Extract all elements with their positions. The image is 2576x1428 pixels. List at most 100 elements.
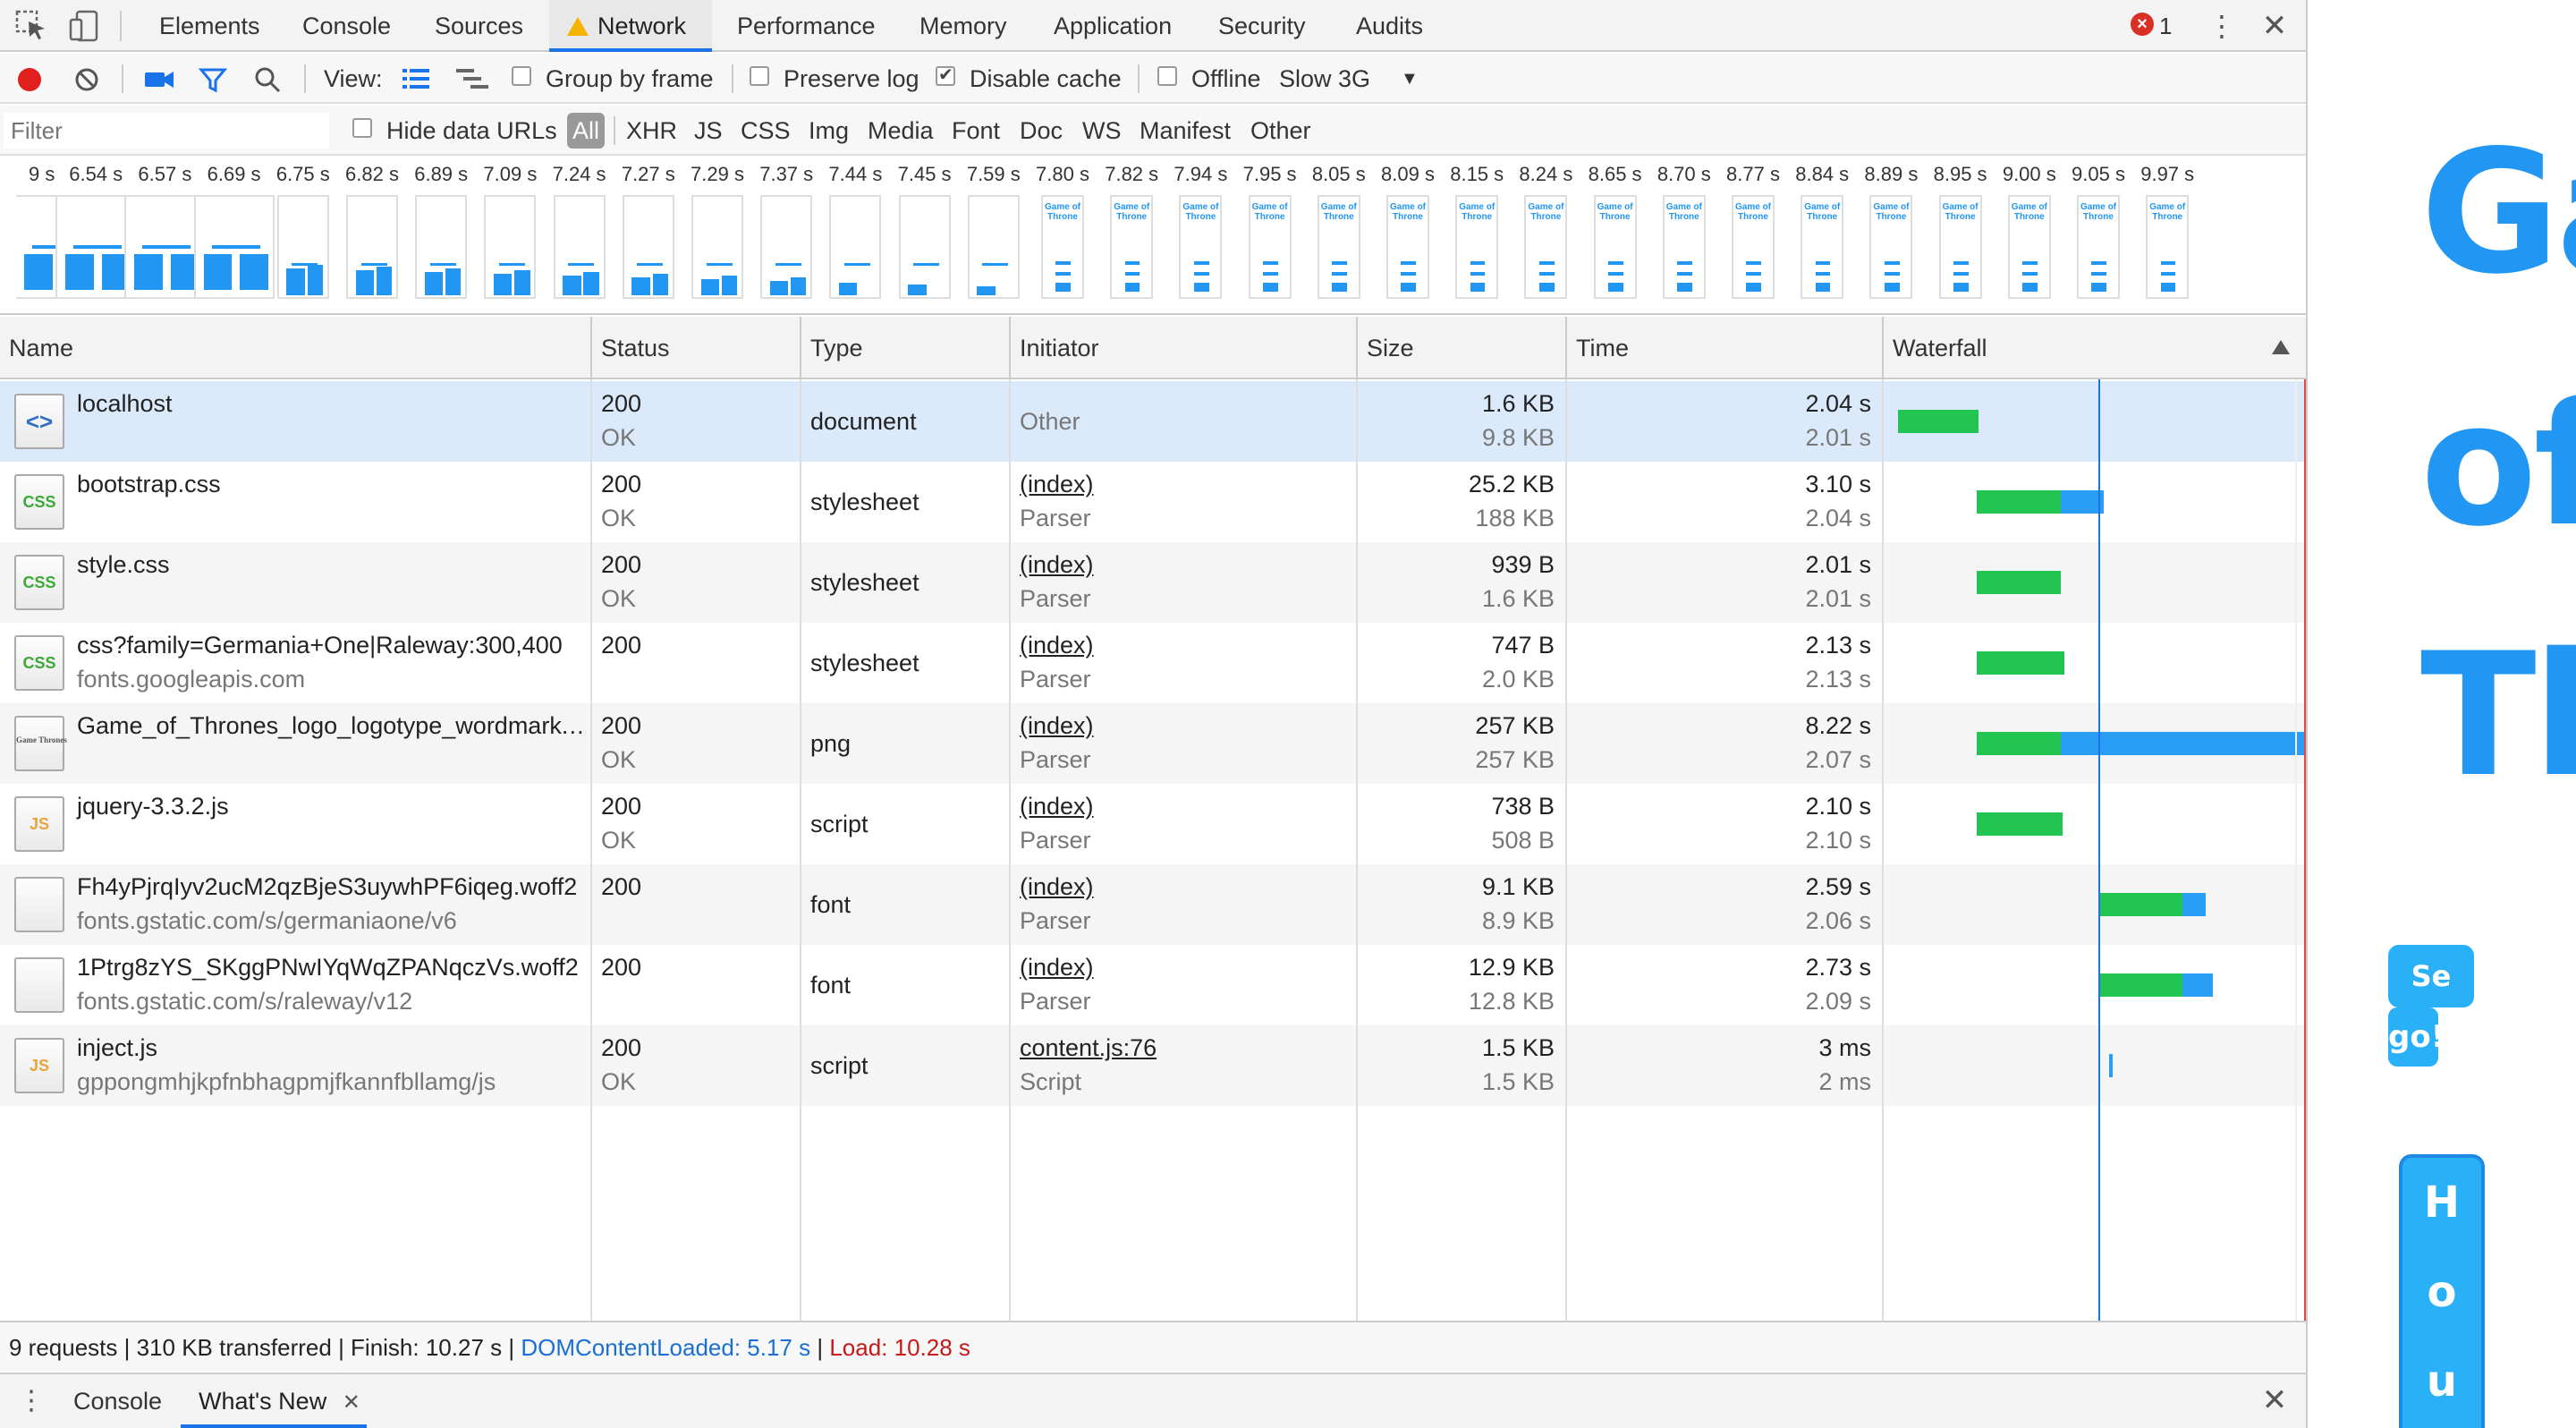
group-by-frame-checkbox[interactable] [512, 66, 531, 86]
column-header-waterfall[interactable]: Waterfall [1884, 317, 2306, 379]
disable-cache-checkbox[interactable] [936, 64, 955, 86]
record-icon[interactable] [16, 66, 43, 93]
offline-checkbox[interactable] [1157, 66, 1177, 86]
filmstrip-frame[interactable]: 7.82 s Game of Throne [1096, 157, 1167, 315]
error-count[interactable]: 1 [2159, 0, 2172, 52]
table-row[interactable]: CSS bootstrap.css 200 OK stylesheet (index) Pa… [0, 462, 2306, 542]
initiator-link[interactable]: content.js:76 [1020, 1034, 1157, 1062]
request-name[interactable]: jquery-3.3.2.js [77, 793, 229, 820]
tab-security[interactable]: Security [1200, 0, 1324, 52]
filmstrip-frame[interactable]: 9 s [0, 157, 89, 315]
column-header-name[interactable]: Name [0, 317, 592, 379]
table-row[interactable]: JS jquery-3.3.2.js 200 OK script (index) Parse… [0, 784, 2306, 864]
tab-network[interactable]: Network [549, 0, 712, 52]
filter-type-css[interactable]: CSS [741, 106, 791, 156]
filmstrip-frame[interactable]: 7.45 s [889, 157, 961, 315]
preserve-log-checkbox[interactable] [750, 66, 769, 86]
filmstrip-frame[interactable]: 8.95 s Game of Throne [1925, 157, 1996, 315]
filter-type-manifest[interactable]: Manifest [1140, 106, 1231, 156]
filter-input[interactable] [4, 113, 329, 149]
offline-label[interactable]: Offline [1191, 54, 1261, 104]
hide-data-urls-checkbox[interactable] [352, 118, 372, 138]
column-header-time[interactable]: Time [1567, 317, 1884, 379]
error-icon[interactable]: × [2131, 13, 2154, 36]
filter-type-js[interactable]: JS [694, 106, 723, 156]
overview-icon[interactable] [454, 66, 490, 91]
column-header-status[interactable]: Status [592, 317, 801, 379]
filmstrip-frame[interactable]: 6.57 s [124, 157, 206, 315]
filmstrip-frame[interactable]: 6.82 s [336, 157, 408, 315]
table-row[interactable]: CSS style.css 200 OK stylesheet (index) Parser… [0, 542, 2306, 623]
filmstrip-frame[interactable]: 9.05 s Game of Throne [2063, 157, 2134, 315]
initiator-link[interactable]: (index) [1020, 873, 1094, 901]
filmstrip-frame[interactable]: 7.80 s Game of Throne [1027, 157, 1098, 315]
initiator-link[interactable]: (index) [1020, 712, 1094, 740]
filmstrip-frame[interactable]: 7.29 s [682, 157, 753, 315]
filmstrip-frame[interactable]: 8.70 s Game of Throne [1648, 157, 1720, 315]
filmstrip-frame[interactable]: 9.97 s Game of Throne [2131, 157, 2203, 315]
group-by-frame-label[interactable]: Group by frame [546, 54, 714, 104]
initiator-link[interactable]: (index) [1020, 551, 1094, 579]
tab-elements[interactable]: Elements [141, 0, 278, 52]
disable-cache-label[interactable]: Disable cache [970, 54, 1122, 104]
house-card[interactable]: H o u [2399, 1154, 2485, 1428]
filmstrip-frame[interactable]: 7.37 s [750, 157, 822, 315]
table-row[interactable]: CSS css?family=Germania+One|Raleway:300,4… [0, 623, 2306, 703]
filmstrip-frame[interactable]: 8.84 s Game of Throne [1786, 157, 1858, 315]
filmstrip-frame[interactable]: 6.89 s [405, 157, 477, 315]
filter-type-img[interactable]: Img [809, 106, 849, 156]
request-name[interactable]: Fh4yPjrqIyv2ucM2qzBjeS3uywhPF6iqeg.woff2 [77, 873, 577, 901]
filmstrip-frame[interactable]: 8.05 s Game of Throne [1303, 157, 1375, 315]
filmstrip-frame[interactable]: 8.77 s Game of Throne [1717, 157, 1789, 315]
initiator-link[interactable]: (index) [1020, 632, 1094, 659]
request-name[interactable]: localhost [77, 390, 173, 418]
filmstrip-frame[interactable]: 8.09 s Game of Throne [1372, 157, 1444, 315]
more-options-icon[interactable]: ⋮ [2207, 9, 2236, 43]
request-name[interactable]: 1Ptrg8zYS_SKggPNwIYqWqZPANqczVs.woff2 [77, 954, 579, 982]
filmstrip-frame[interactable]: 7.44 s [819, 157, 891, 315]
filmstrip-frame[interactable]: 8.65 s Game of Throne [1580, 157, 1651, 315]
request-name[interactable]: css?family=Germania+One|Raleway:300,400 [77, 632, 563, 659]
table-row[interactable]: JS inject.js gppongmhjkpfnbhagpmjfkannfbll… [0, 1025, 2306, 1106]
filter-type-all[interactable]: All [567, 113, 606, 149]
close-devtools-icon[interactable]: ✕ [2258, 9, 2292, 43]
request-name[interactable]: inject.js [77, 1034, 157, 1062]
initiator-link[interactable]: (index) [1020, 793, 1094, 820]
column-header-type[interactable]: Type [801, 317, 1011, 379]
tab-sources[interactable]: Sources [417, 0, 541, 52]
filmstrip-frame[interactable]: 7.59 s [958, 157, 1030, 315]
request-name[interactable]: style.css [77, 551, 170, 579]
filmstrip-frame[interactable]: 8.89 s Game of Throne [1855, 157, 1927, 315]
tab-audits[interactable]: Audits [1338, 0, 1441, 52]
filmstrip-frame[interactable]: 7.94 s Game of Throne [1165, 157, 1236, 315]
inspect-element-icon[interactable] [14, 9, 48, 43]
close-tab-icon[interactable]: ✕ [343, 1390, 360, 1415]
filter-type-ws[interactable]: WS [1082, 106, 1122, 156]
filmstrip-frame[interactable]: 7.24 s [544, 157, 615, 315]
filmstrip-frame[interactable]: 6.69 s [193, 157, 275, 315]
tab-memory[interactable]: Memory [902, 0, 1025, 52]
request-name[interactable]: bootstrap.css [77, 471, 221, 498]
initiator-link[interactable]: (index) [1020, 954, 1094, 982]
table-row[interactable]: Game Thrones Game_of_Thrones_logo_logotyp… [0, 703, 2306, 784]
screenshot-camera-icon[interactable] [143, 66, 175, 93]
filmstrip-frame[interactable]: 7.95 s Game of Throne [1234, 157, 1306, 315]
tab-performance[interactable]: Performance [719, 0, 894, 52]
search-icon[interactable] [254, 66, 281, 93]
table-row[interactable]: Fh4yPjrqIyv2ucM2qzBjeS3uywhPF6iqeg.woff2… [0, 864, 2306, 945]
filmstrip-frame[interactable]: 8.24 s Game of Throne [1510, 157, 1581, 315]
column-header-initiator[interactable]: Initiator [1011, 317, 1358, 379]
chevron-down-icon[interactable]: ▼ [1401, 54, 1419, 104]
filmstrip-frame[interactable]: 7.09 s [474, 157, 546, 315]
filmstrip-frame[interactable]: 9.00 s Game of Throne [1994, 157, 2065, 315]
device-toolbar-icon[interactable] [68, 9, 102, 43]
close-drawer-icon[interactable]: ✕ [2258, 1383, 2292, 1417]
filmstrip-frame[interactable]: 7.27 s [613, 157, 684, 315]
drawer-tab-whats-new[interactable]: What's New ✕ [181, 1374, 367, 1428]
request-name[interactable]: Game_of_Thrones_logo_logotype_wordmark.… [77, 712, 587, 740]
go-button[interactable]: go! [2388, 1007, 2445, 1067]
column-header-size[interactable]: Size [1358, 317, 1567, 379]
filmstrip-frame[interactable]: 6.54 s [55, 157, 137, 315]
filter-icon[interactable] [199, 66, 227, 93]
preserve-log-label[interactable]: Preserve log [784, 54, 919, 104]
